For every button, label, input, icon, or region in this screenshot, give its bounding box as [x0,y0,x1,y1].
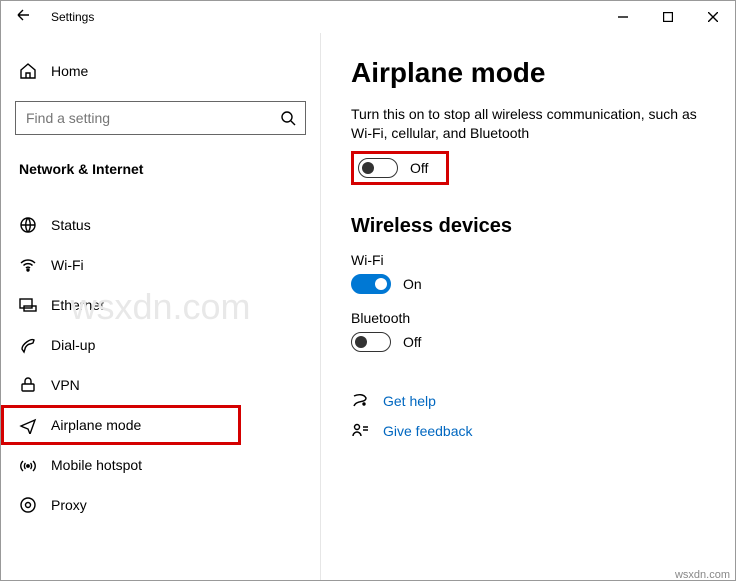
sidebar-item-label: Airplane mode [51,417,141,433]
airplane-icon [19,416,37,434]
page-title: Airplane mode [351,57,705,89]
search-input[interactable] [24,109,279,127]
sidebar-item-label: Dial-up [51,337,95,353]
proxy-icon [19,496,37,514]
page-description: Turn this on to stop all wireless commun… [351,105,705,143]
sidebar-home-label: Home [51,63,88,79]
sidebar-item-status[interactable]: Status [1,205,320,245]
wifi-toggle[interactable] [351,274,391,294]
give-feedback-link[interactable]: Give feedback [383,423,473,439]
search-icon [279,109,297,127]
globe-icon [19,216,37,234]
sidebar: wsxdn.com Home Network & Internet Status [1,33,321,580]
give-feedback-row[interactable]: Give feedback [351,422,705,440]
sidebar-item-airplane[interactable]: Airplane mode [1,405,241,445]
sidebar-home[interactable]: Home [1,51,320,91]
bluetooth-label: Bluetooth [351,310,705,326]
sidebar-item-hotspot[interactable]: Mobile hotspot [1,445,320,485]
titlebar: Settings [1,1,735,33]
minimize-button[interactable] [600,1,645,33]
bluetooth-toggle[interactable] [351,332,391,352]
ethernet-icon [19,296,37,314]
feedback-icon [351,422,369,440]
help-icon [351,392,369,410]
sidebar-item-label: Ethernet [51,297,104,313]
sidebar-item-ethernet[interactable]: Ethernet [1,285,320,325]
sidebar-item-label: Proxy [51,497,87,513]
sidebar-item-label: Mobile hotspot [51,457,142,473]
close-button[interactable] [690,1,735,33]
main-panel: Airplane mode Turn this on to stop all w… [321,33,735,580]
sidebar-item-vpn[interactable]: VPN [1,365,320,405]
section-label: Network & Internet [1,153,320,183]
sidebar-item-dialup[interactable]: Dial-up [1,325,320,365]
airplane-toggle-highlight: Off [351,151,449,185]
wifi-icon [19,256,37,274]
airplane-toggle-state: Off [410,160,428,176]
back-button[interactable] [13,7,33,28]
dialup-icon [19,336,37,354]
bluetooth-toggle-state: Off [403,334,421,350]
sidebar-item-label: Status [51,217,91,233]
wireless-heading: Wireless devices [351,215,705,238]
maximize-button[interactable] [645,1,690,33]
sidebar-item-label: VPN [51,377,80,393]
window-title: Settings [51,10,94,24]
hotspot-icon [19,456,37,474]
footer-watermark: wsxdn.com [675,569,730,581]
wifi-toggle-state: On [403,276,422,292]
airplane-toggle[interactable] [358,158,398,178]
sidebar-item-wifi[interactable]: Wi-Fi [1,245,320,285]
wifi-label: Wi-Fi [351,252,705,268]
vpn-icon [19,376,37,394]
sidebar-item-proxy[interactable]: Proxy [1,485,320,525]
get-help-link[interactable]: Get help [383,393,436,409]
sidebar-item-label: Wi-Fi [51,257,84,273]
search-box[interactable] [15,101,306,135]
home-icon [19,62,37,80]
get-help-row[interactable]: Get help [351,392,705,410]
